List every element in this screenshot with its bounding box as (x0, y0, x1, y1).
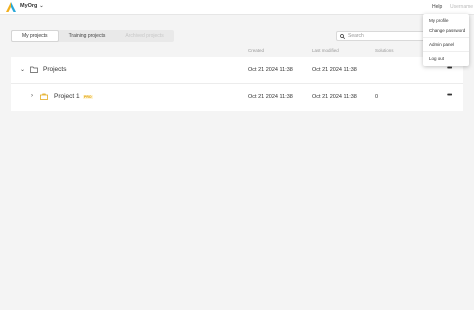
row-modified: Oct 21 2024 11:38 (312, 94, 357, 100)
pro-badge: PRO (83, 95, 93, 99)
menu-item-log-out[interactable]: Log out (429, 56, 444, 61)
chevron-right-icon[interactable]: › (31, 93, 33, 99)
briefcase-icon (40, 93, 48, 100)
chevron-down-icon: ⌄ (39, 3, 44, 9)
folder-icon (30, 66, 38, 73)
column-header-created[interactable]: Created (248, 48, 264, 53)
column-header-solutions[interactable]: Solutions (375, 48, 394, 53)
app-logo-icon[interactable] (6, 2, 16, 12)
row-created: Oct 21 2024 11:38 (248, 67, 293, 73)
more-options-icon[interactable]: ••• (447, 92, 452, 99)
tab-my-projects[interactable]: My projects (11, 30, 59, 42)
org-switcher[interactable]: MyOrg ⌄ (20, 3, 44, 9)
row-created: Oct 21 2024 11:38 (248, 94, 293, 100)
row-name[interactable]: Project 1 (54, 93, 80, 100)
row-modified: Oct 21 2024 11:38 (312, 67, 357, 73)
tab-training-projects[interactable]: Training projects (59, 30, 116, 42)
top-bar: MyOrg ⌄ Help Username (0, 0, 474, 15)
row-name[interactable]: Projects (43, 66, 66, 73)
help-link[interactable]: Help (432, 4, 442, 10)
menu-divider (423, 37, 469, 38)
menu-item-change-password[interactable]: Change password (429, 28, 465, 33)
row-solutions: 0 (375, 94, 379, 100)
projects-table: ⌄ Projects Oct 21 2024 11:38 Oct 21 2024… (11, 57, 463, 111)
menu-divider (423, 51, 469, 52)
user-dropdown-menu: My profile Change password Admin panel L… (423, 14, 469, 66)
menu-item-admin-panel[interactable]: Admin panel (429, 42, 454, 47)
table-row[interactable]: › Project 1 PRO Oct 21 2024 11:38 Oct 21… (11, 84, 463, 111)
search-icon (340, 33, 345, 39)
table-row[interactable]: ⌄ Projects Oct 21 2024 11:38 Oct 21 2024… (11, 57, 463, 84)
search-box[interactable] (336, 31, 428, 41)
menu-item-my-profile[interactable]: My profile (429, 18, 449, 23)
chevron-down-icon[interactable]: ⌄ (20, 66, 25, 73)
tab-archived-projects: Archived projects (125, 33, 164, 39)
column-header-modified[interactable]: Last modified (312, 48, 339, 53)
project-tabs: My projects Training projects Archived p… (11, 30, 174, 42)
user-menu-button[interactable]: Username (450, 4, 473, 10)
more-options-icon[interactable]: ••• (447, 65, 452, 72)
search-input[interactable] (348, 33, 426, 39)
org-name: MyOrg (20, 3, 38, 9)
